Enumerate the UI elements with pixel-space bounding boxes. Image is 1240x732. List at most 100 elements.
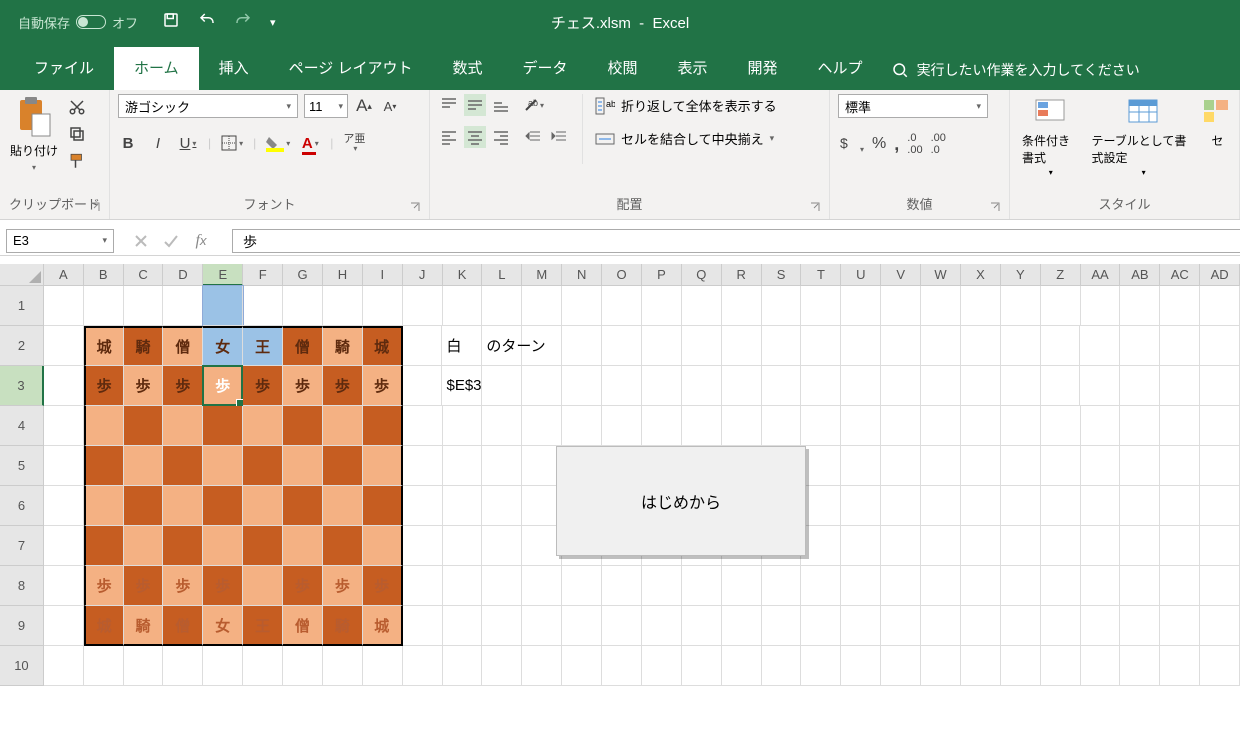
- fill-color-icon[interactable]: [266, 132, 290, 154]
- cell-S4[interactable]: [762, 406, 802, 446]
- row-header-5[interactable]: 5: [0, 446, 44, 486]
- cell-B8[interactable]: 歩: [84, 566, 124, 606]
- row-header-6[interactable]: 6: [0, 486, 44, 526]
- cell-H5[interactable]: [323, 446, 363, 486]
- cell-N8[interactable]: [562, 566, 602, 606]
- cell-S2[interactable]: [762, 326, 802, 366]
- tab-help[interactable]: ヘルプ: [798, 47, 883, 90]
- cancel-icon[interactable]: [126, 229, 156, 253]
- col-header-B[interactable]: B: [84, 264, 124, 286]
- cell-H6[interactable]: [323, 486, 363, 526]
- cell-B6[interactable]: [84, 486, 124, 526]
- cell-AA10[interactable]: [1081, 646, 1121, 686]
- cell-L6[interactable]: [482, 486, 522, 526]
- cell-G3[interactable]: 歩: [283, 366, 323, 406]
- cell-D3[interactable]: 歩: [163, 366, 203, 406]
- cell-E7[interactable]: [203, 526, 243, 566]
- cell-R8[interactable]: [722, 566, 762, 606]
- cell-Q2[interactable]: [682, 326, 722, 366]
- cell-T3[interactable]: [801, 366, 841, 406]
- cell-AD1[interactable]: [1200, 286, 1240, 326]
- row-header-8[interactable]: 8: [0, 566, 44, 606]
- cell-J10[interactable]: [403, 646, 443, 686]
- cell-Z1[interactable]: [1041, 286, 1081, 326]
- col-header-U[interactable]: U: [841, 264, 881, 286]
- cell-AC7[interactable]: [1160, 526, 1200, 566]
- cell-J2[interactable]: [403, 326, 443, 366]
- cut-icon[interactable]: [68, 98, 86, 119]
- cell-H10[interactable]: [323, 646, 363, 686]
- cell-AB6[interactable]: [1120, 486, 1160, 526]
- cell-W6[interactable]: [921, 486, 961, 526]
- cell-E3[interactable]: 歩: [203, 366, 243, 406]
- cell-A4[interactable]: [44, 406, 84, 446]
- cell-Y8[interactable]: [1001, 566, 1041, 606]
- cell-U4[interactable]: [841, 406, 881, 446]
- cell-F2[interactable]: 王: [243, 326, 283, 366]
- cell-V1[interactable]: [881, 286, 921, 326]
- cell-X4[interactable]: [961, 406, 1001, 446]
- cell-AD7[interactable]: [1200, 526, 1240, 566]
- cell-W9[interactable]: [921, 606, 961, 646]
- name-box[interactable]: E3▾: [6, 229, 114, 253]
- tab-view[interactable]: 表示: [658, 47, 728, 90]
- cell-U7[interactable]: [841, 526, 881, 566]
- tab-review[interactable]: 校閲: [588, 47, 658, 90]
- cell-I2[interactable]: 城: [363, 326, 403, 366]
- italic-button[interactable]: I: [148, 132, 168, 154]
- cell-W3[interactable]: [921, 366, 961, 406]
- cell-O10[interactable]: [602, 646, 642, 686]
- cell-B1[interactable]: [84, 286, 124, 326]
- cell-F6[interactable]: [243, 486, 283, 526]
- cell-J9[interactable]: [403, 606, 443, 646]
- cell-X6[interactable]: [961, 486, 1001, 526]
- spreadsheet-grid[interactable]: ABCDEFGHIJKLMNOPQRSTUVWXYZAAABACAD 12城騎僧…: [0, 264, 1240, 686]
- cell-B5[interactable]: [84, 446, 124, 486]
- col-header-R[interactable]: R: [722, 264, 762, 286]
- col-header-T[interactable]: T: [801, 264, 841, 286]
- cell-K5[interactable]: [443, 446, 483, 486]
- increase-decimal-icon[interactable]: .0.00: [907, 132, 922, 156]
- cell-E10[interactable]: [203, 646, 243, 686]
- cell-D5[interactable]: [163, 446, 203, 486]
- cell-S9[interactable]: [762, 606, 802, 646]
- cell-X2[interactable]: [961, 326, 1001, 366]
- cell-J6[interactable]: [403, 486, 443, 526]
- cell-R3[interactable]: [722, 366, 762, 406]
- cell-E8[interactable]: 歩: [203, 566, 243, 606]
- cell-AC8[interactable]: [1160, 566, 1200, 606]
- cell-J8[interactable]: [403, 566, 443, 606]
- cell-H8[interactable]: 歩: [323, 566, 363, 606]
- cell-O1[interactable]: [602, 286, 642, 326]
- cell-AC2[interactable]: [1160, 326, 1200, 366]
- cell-T5[interactable]: [801, 446, 841, 486]
- col-header-G[interactable]: G: [283, 264, 323, 286]
- cell-B10[interactable]: [84, 646, 124, 686]
- tell-me-search[interactable]: 実行したい作業を入力してください: [891, 60, 1140, 90]
- cell-AD10[interactable]: [1200, 646, 1240, 686]
- cell-W2[interactable]: [921, 326, 961, 366]
- comma-icon[interactable]: ,: [894, 134, 899, 155]
- cell-U10[interactable]: [841, 646, 881, 686]
- cell-A1[interactable]: [44, 286, 84, 326]
- cell-X3[interactable]: [961, 366, 1001, 406]
- launcher-icon[interactable]: [89, 201, 101, 213]
- cell-P9[interactable]: [642, 606, 682, 646]
- cell-I3[interactable]: 歩: [363, 366, 403, 406]
- cell-V3[interactable]: [881, 366, 921, 406]
- cell-Q1[interactable]: [682, 286, 722, 326]
- increase-font-icon[interactable]: A▴: [354, 95, 374, 117]
- cell-V8[interactable]: [881, 566, 921, 606]
- cell-L7[interactable]: [482, 526, 522, 566]
- cell-F3[interactable]: 歩: [243, 366, 283, 406]
- cell-V5[interactable]: [881, 446, 921, 486]
- cell-A2[interactable]: [44, 326, 84, 366]
- cell-AD8[interactable]: [1200, 566, 1240, 606]
- tab-insert[interactable]: 挿入: [199, 47, 269, 90]
- cell-K1[interactable]: [443, 286, 483, 326]
- cell-N10[interactable]: [562, 646, 602, 686]
- cell-AC3[interactable]: [1160, 366, 1200, 406]
- cell-Q10[interactable]: [682, 646, 722, 686]
- cell-D2[interactable]: 僧: [163, 326, 203, 366]
- cell-B9[interactable]: 城: [84, 606, 124, 646]
